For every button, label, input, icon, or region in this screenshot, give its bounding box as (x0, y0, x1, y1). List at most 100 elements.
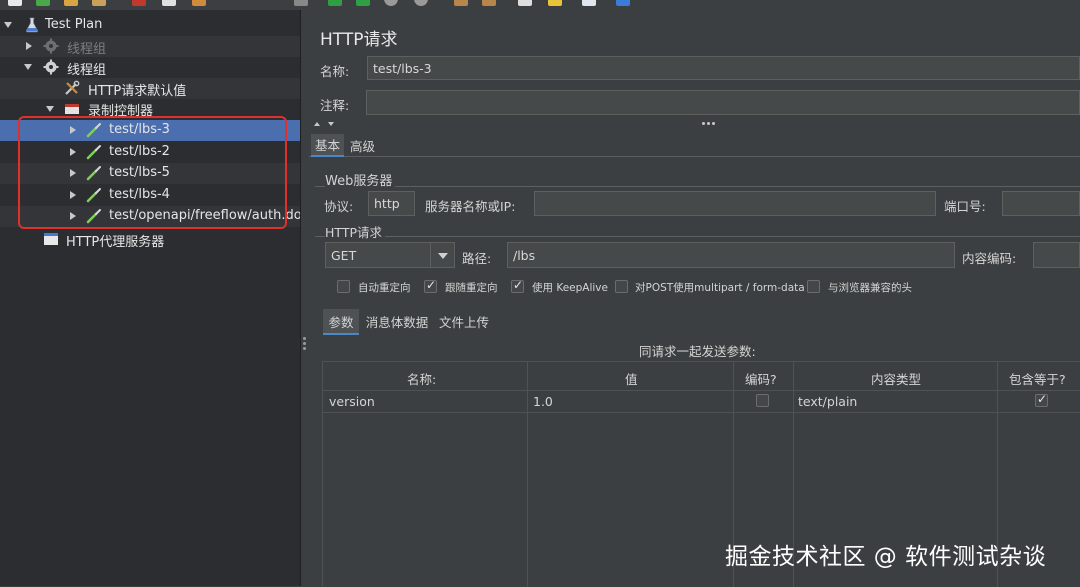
param-value-cell[interactable]: 1.0 (533, 394, 553, 409)
path-field-value: /lbs (513, 247, 536, 263)
toggle-icon[interactable] (294, 0, 308, 6)
collapse-up-icon[interactable] (314, 122, 320, 126)
tree-item-label: 线程组 (67, 63, 107, 78)
chevron-down-icon[interactable] (46, 106, 54, 112)
encoding-label: 内容编码: (962, 251, 1017, 266)
keepalive-label: 使用 KeepAlive (532, 282, 608, 294)
chevron-down-icon[interactable] (438, 253, 448, 259)
splitter-grip-dot (303, 342, 306, 345)
search-icon[interactable] (518, 0, 532, 6)
splitter-grip-dot (303, 347, 306, 350)
keepalive-checkbox[interactable] (511, 278, 524, 293)
tree-item-test-plan[interactable]: Test Plan (0, 15, 300, 36)
tab-file-upload[interactable]: 文件上传 (435, 309, 493, 333)
stop-icon[interactable] (384, 0, 398, 6)
function-helper-icon[interactable] (582, 0, 596, 6)
copy-icon[interactable] (162, 0, 176, 6)
tab-parameters-label: 参数 (328, 314, 354, 330)
open-icon[interactable] (36, 0, 50, 6)
start-icon[interactable] (328, 0, 342, 6)
test-plan-tree: Test Plan 线程组 线程组 HTTP请求默认值 录制控制器 test/l… (0, 10, 315, 586)
chevron-down-icon[interactable] (24, 64, 32, 70)
auto-redirect-label: 自动重定向 (358, 282, 411, 294)
tab-basic[interactable]: 基本 (311, 134, 344, 157)
tab-body-data-label: 消息体数据 (365, 314, 429, 330)
flask-icon (26, 17, 38, 33)
table-row[interactable]: version 1.0 text/plain (323, 391, 1080, 412)
collapse-bar[interactable] (314, 120, 1080, 128)
web-server-group-title: Web服务器 (325, 170, 396, 189)
param-include-equals-checkbox[interactable] (1035, 392, 1048, 407)
panel-title: HTTP请求 (320, 30, 398, 50)
column-header-value: 值 (625, 372, 638, 387)
tree-item-label: HTTP请求默认值 (88, 84, 187, 99)
name-field[interactable]: test/lbs-3 (367, 56, 1080, 80)
proxy-icon (44, 233, 58, 245)
chevron-right-icon[interactable] (26, 42, 32, 50)
param-name-cell[interactable]: version (329, 394, 375, 409)
method-select-value: GET (331, 247, 357, 263)
tree-item-label: Test Plan (45, 17, 103, 32)
protocol-field[interactable]: http (368, 191, 415, 216)
row-divider (323, 412, 1080, 413)
name-label: 名称: (320, 64, 350, 79)
tree-item-http-proxy[interactable]: HTTP代理服务器 (0, 229, 300, 250)
tree-item-label: HTTP代理服务器 (66, 235, 165, 250)
help-icon[interactable] (616, 0, 630, 6)
auto-redirect-checkbox[interactable] (337, 280, 350, 293)
recorder-icon (65, 104, 79, 114)
comment-field[interactable] (366, 90, 1080, 115)
comment-label: 注释: (320, 98, 350, 113)
new-icon[interactable] (8, 0, 22, 6)
browser-headers-checkbox[interactable] (807, 280, 820, 293)
tab-advanced[interactable]: 高级 (346, 134, 379, 157)
tree-item-http-defaults[interactable]: HTTP请求默认值 (0, 78, 300, 99)
save-icon[interactable] (64, 0, 78, 6)
tree-item-thread-group-disabled[interactable]: 线程组 (0, 36, 300, 57)
param-content-type-cell[interactable]: text/plain (798, 394, 857, 409)
paste-icon[interactable] (192, 0, 206, 6)
watermark: 掘金技术社区 @ 软件测试杂谈 (725, 544, 1047, 570)
tree-item-label: 线程组 (67, 42, 107, 57)
http-request-group-border (315, 236, 1080, 237)
follow-redirect-checkbox[interactable] (424, 278, 437, 293)
grip-dot (712, 122, 715, 125)
chevron-down-icon[interactable] (4, 22, 12, 28)
tab-body-data[interactable]: 消息体数据 (363, 309, 431, 333)
column-header-name: 名称: (407, 372, 437, 387)
http-request-panel: HTTP请求 名称: test/lbs-3 注释: 基本 高级 Web服务器 协… (309, 10, 1080, 587)
clear-all-icon[interactable] (482, 0, 496, 6)
server-field[interactable] (534, 191, 936, 216)
reset-search-icon[interactable] (548, 0, 562, 6)
column-header-content-type: 内容类型 (871, 372, 922, 387)
server-label: 服务器名称或IP: (425, 199, 516, 214)
web-server-group-border (315, 186, 1080, 187)
method-select[interactable]: GET (325, 242, 455, 268)
http-request-group-title: HTTP请求 (325, 222, 385, 241)
tree-item-thread-group[interactable]: 线程组 (0, 57, 300, 78)
gear-icon (43, 59, 59, 75)
tab-parameters[interactable]: 参数 (323, 309, 359, 335)
path-field[interactable]: /lbs (507, 242, 955, 268)
column-header-encode: 编码? (745, 372, 777, 387)
shutdown-icon[interactable] (414, 0, 428, 6)
cut-icon[interactable] (132, 0, 146, 6)
start-no-pause-icon[interactable] (356, 0, 370, 6)
multipart-checkbox[interactable] (615, 280, 628, 293)
clear-icon[interactable] (454, 0, 468, 6)
protocol-label: 协议: (324, 199, 354, 214)
params-caption: 同请求一起发送参数: (639, 344, 756, 359)
encoding-field[interactable] (1033, 242, 1080, 268)
collapse-down-icon[interactable] (328, 122, 334, 126)
follow-redirect-label: 跟随重定向 (445, 282, 498, 294)
port-label: 端口号: (944, 199, 986, 214)
param-encode-checkbox[interactable] (756, 394, 769, 407)
path-label: 路径: (462, 251, 492, 266)
highlight-box (18, 116, 287, 229)
toolbar (0, 0, 1080, 10)
port-field[interactable] (1002, 191, 1080, 216)
template-icon[interactable] (92, 0, 106, 6)
panel-splitter[interactable] (300, 10, 309, 586)
select-divider (430, 243, 431, 267)
tab-file-upload-label: 文件上传 (438, 314, 489, 330)
